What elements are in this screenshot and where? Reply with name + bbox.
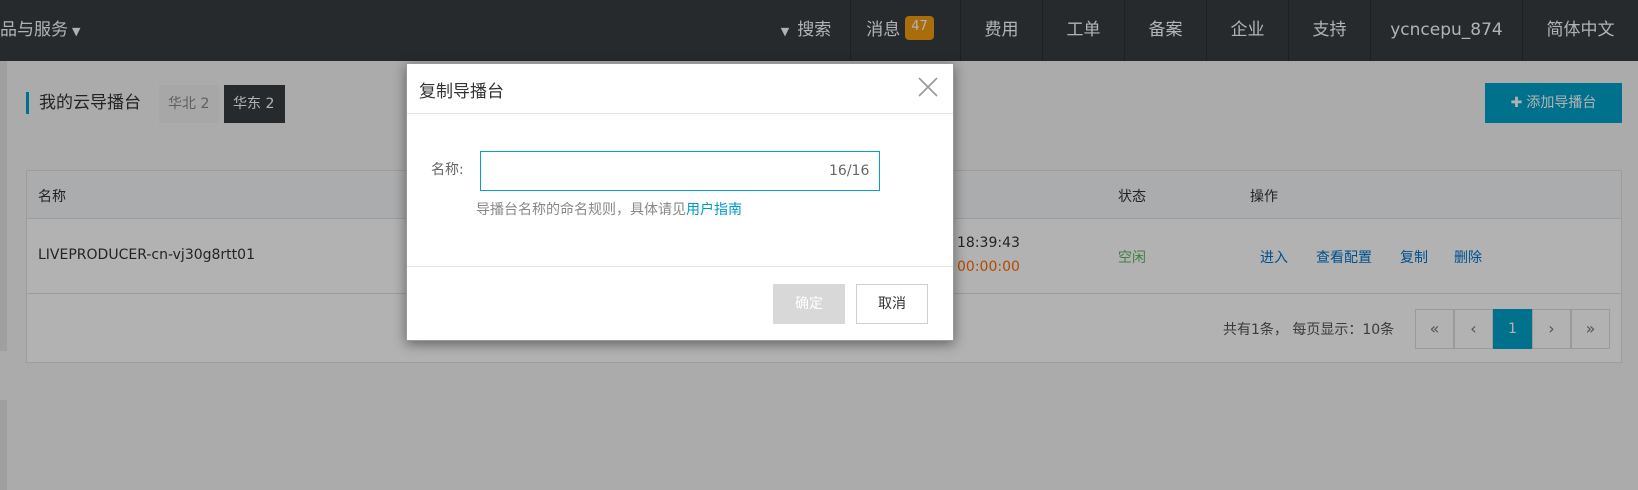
user-guide-link[interactable]: 用户指南 (686, 202, 742, 218)
confirm-button[interactable]: 确定 (773, 284, 845, 324)
dialog-title: 复制导播台 (419, 82, 504, 102)
name-field[interactable] (480, 151, 880, 191)
close-icon[interactable] (916, 75, 940, 99)
dialog-header: 复制导播台 (407, 64, 953, 114)
copy-producer-dialog: 复制导播台 名称: 16/16 导播台名称的命名规则，具体请见用户指南 确定 取… (406, 63, 954, 341)
dialog-footer: 确定 取消 (407, 266, 953, 342)
naming-hint: 导播台名称的命名规则，具体请见用户指南 (476, 199, 742, 219)
name-field-label: 名称: (431, 162, 464, 178)
char-count: 16/16 (829, 163, 870, 179)
naming-hint-text: 导播台名称的命名规则，具体请见 (476, 202, 686, 218)
cancel-button[interactable]: 取消 (856, 284, 928, 324)
